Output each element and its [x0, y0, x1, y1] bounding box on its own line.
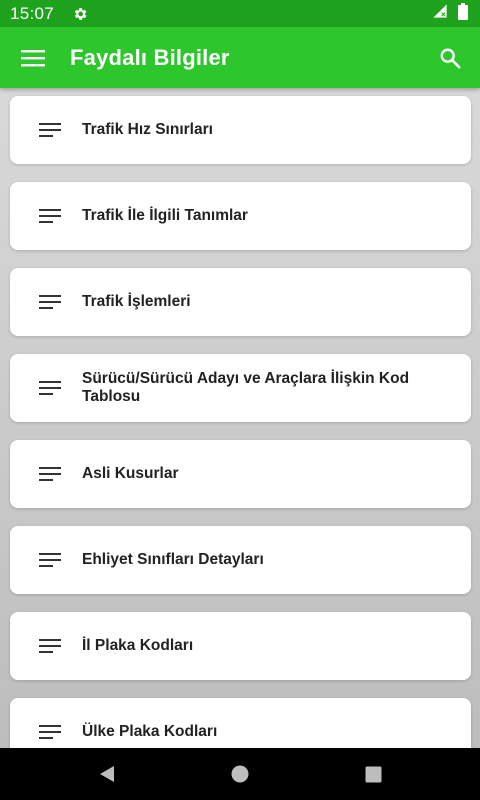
- list-item-label: Ülke Plaka Kodları: [82, 723, 218, 740]
- page-title: Faydalı Bilgiler: [70, 44, 230, 70]
- back-button[interactable]: [87, 754, 127, 794]
- list-item-label: Ehliyet Sınıfları Detayları: [82, 551, 264, 568]
- notes-icon: [39, 208, 61, 224]
- recents-button[interactable]: [353, 754, 393, 794]
- list-item-label: Trafik İle İlgili Tanımlar: [82, 207, 248, 224]
- recents-square-icon: [365, 766, 382, 782]
- battery-icon: [458, 2, 468, 25]
- list-item-islemleri[interactable]: Trafik İşlemleri: [10, 268, 471, 336]
- list-item-ehliyet-siniflari[interactable]: Ehliyet Sınıfları Detayları: [10, 526, 471, 594]
- notes-icon: [39, 466, 61, 482]
- list-item-il-plaka-kodlari[interactable]: İl Plaka Kodları: [10, 612, 471, 680]
- status-bar: 15:07: [0, 0, 480, 27]
- notes-icon: [39, 724, 61, 740]
- signal-icon: [432, 3, 448, 24]
- system-navigation-bar: [0, 748, 480, 800]
- home-button[interactable]: [220, 754, 260, 794]
- list-item-label: Trafik İşlemleri: [82, 293, 191, 310]
- notes-icon: [39, 380, 61, 396]
- info-list: Trafik Hız Sınırları Trafik İle İlgili T…: [10, 96, 471, 748]
- app-bar: Faydalı Bilgiler: [0, 27, 480, 88]
- status-time: 15:07: [10, 3, 55, 23]
- notes-icon: [39, 294, 61, 310]
- list-item-label: Trafik Hız Sınırları: [82, 121, 213, 138]
- list-item-kod-tablosu[interactable]: Sürücü/Sürücü Adayı ve Araçlara İlişkin …: [10, 354, 471, 422]
- search-icon: [440, 48, 461, 68]
- list-item-label: Asli Kusurlar: [82, 465, 179, 482]
- hamburger-menu-icon: [21, 49, 45, 66]
- list-item-hiz-sinirlari[interactable]: Trafik Hız Sınırları: [10, 96, 471, 164]
- search-button[interactable]: [436, 44, 464, 72]
- home-circle-icon: [231, 765, 249, 783]
- list-item-asli-kusurlar[interactable]: Asli Kusurlar: [10, 440, 471, 508]
- back-triangle-icon: [99, 766, 114, 782]
- notes-icon: [39, 552, 61, 568]
- list-item-label: Sürücü/Sürücü Adayı ve Araçlara İlişkin …: [82, 370, 410, 405]
- notes-icon: [39, 638, 61, 654]
- settings-gear-icon: [72, 6, 88, 22]
- list-item-tanimlar[interactable]: Trafik İle İlgili Tanımlar: [10, 182, 471, 250]
- notes-icon: [39, 122, 61, 138]
- list-item-ulke-plaka-kodlari[interactable]: Ülke Plaka Kodları: [10, 698, 471, 748]
- content-area: Trafik Hız Sınırları Trafik İle İlgili T…: [0, 88, 480, 748]
- list-item-label: İl Plaka Kodları: [82, 637, 194, 654]
- menu-button[interactable]: [20, 45, 46, 71]
